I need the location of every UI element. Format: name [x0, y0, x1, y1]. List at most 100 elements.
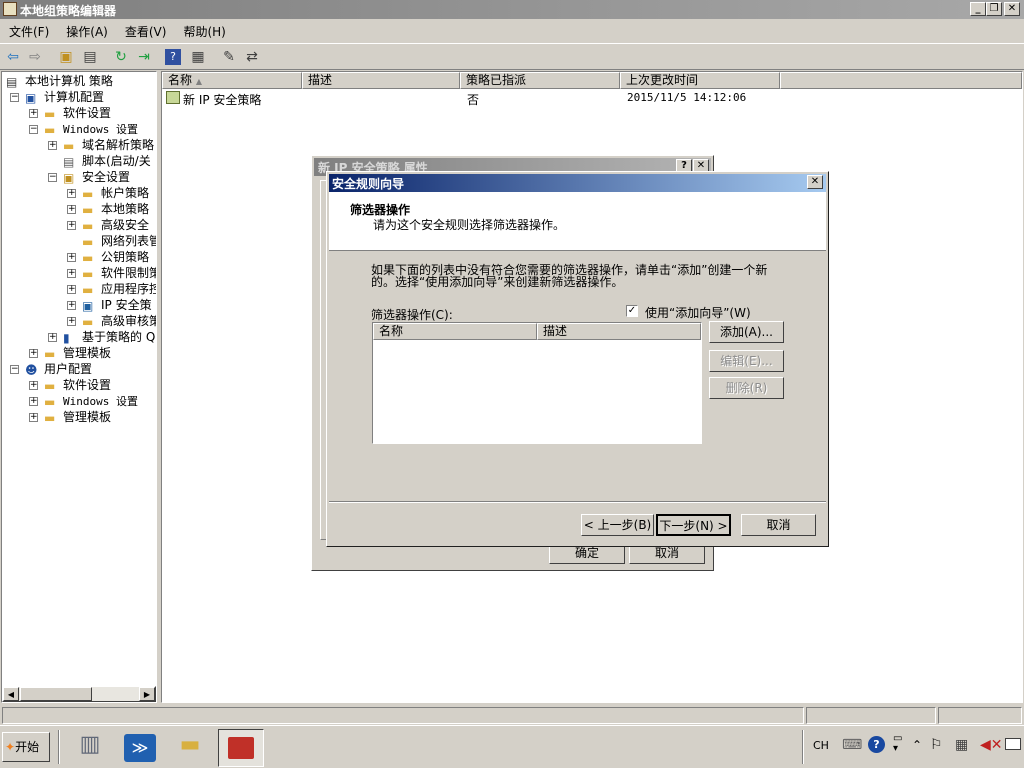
expand-icon[interactable]: +: [67, 221, 76, 230]
tree-node-swrestrict[interactable]: + ▬ 软件限制策: [67, 265, 156, 281]
tree-node-admintpl[interactable]: + ▬ 管理模板: [29, 345, 111, 361]
keyboard-icon[interactable]: ⌨: [842, 737, 862, 753]
tree-node-advaudit[interactable]: + ▬ 高级审核策: [67, 313, 156, 329]
collapse-icon[interactable]: −: [29, 125, 38, 134]
back-button[interactable]: < 上一步(B): [581, 514, 654, 536]
tree-node-local[interactable]: + ▬ 本地策略: [67, 201, 149, 217]
tree-node-netlist[interactable]: ▬ 网络列表管: [82, 233, 156, 249]
back-icon[interactable]: ⇦: [3, 47, 23, 67]
expand-icon[interactable]: +: [67, 253, 76, 262]
close-button[interactable]: ✕: [1004, 2, 1020, 16]
help-icon[interactable]: ?: [165, 49, 181, 65]
server-manager-icon[interactable]: ▥: [72, 732, 108, 764]
scroll-thumb[interactable]: [20, 687, 92, 701]
tree-node-ipsec[interactable]: + ▣ IP 安全策: [67, 297, 152, 313]
scroll-left-icon[interactable]: ◀: [3, 687, 19, 701]
filter-column-name[interactable]: 名称: [373, 323, 537, 340]
powershell-icon[interactable]: ≫: [124, 734, 156, 762]
toolbar: ⇦ ⇨ ▣ ▤ ↻ ⇥ ? ▦ ✎ ⇄: [0, 43, 1024, 70]
edit-button[interactable]: 编辑(E)...: [709, 350, 784, 372]
expand-icon[interactable]: +: [48, 333, 57, 342]
expand-icon[interactable]: +: [48, 141, 57, 150]
notification-icon[interactable]: [1005, 738, 1021, 750]
filter-column-desc[interactable]: 描述: [537, 323, 701, 340]
menu-view[interactable]: 查看(V): [116, 19, 175, 40]
tree-node-advfw[interactable]: + ▬ 高级安全: [67, 217, 149, 233]
column-header-assigned[interactable]: 策略已指派: [460, 72, 620, 89]
wizard-divider: [329, 501, 826, 503]
expand-icon[interactable]: +: [67, 301, 76, 310]
explorer-icon[interactable]: ▬: [172, 732, 208, 764]
properties-icon[interactable]: ▦: [188, 47, 208, 67]
tree-node-u-software[interactable]: + ▬ 软件设置: [29, 377, 111, 393]
checkbox-check-icon[interactable]: ✓: [626, 305, 638, 317]
new-policy-icon[interactable]: ✎: [219, 47, 239, 67]
filter-action-table[interactable]: 名称 描述: [372, 322, 702, 444]
folder-icon: ▬: [82, 218, 94, 233]
start-button[interactable]: ✦开始: [2, 732, 50, 762]
tree-node-pubkey[interactable]: + ▬ 公钥策略: [67, 249, 149, 265]
collapse-icon[interactable]: −: [48, 173, 57, 182]
tree-node-windows[interactable]: − ▬ Windows 设置: [29, 121, 138, 137]
tree-node-software[interactable]: + ▬ 软件设置: [29, 105, 111, 121]
column-header-name[interactable]: 名称 ▲: [162, 72, 302, 89]
volume-muted-icon[interactable]: ◀✕: [980, 737, 1003, 753]
tree-node-account[interactable]: + ▬ 帐户策略: [67, 185, 149, 201]
next-button[interactable]: 下一步(N) >: [656, 514, 731, 536]
expand-icon[interactable]: +: [67, 269, 76, 278]
tree-node-user[interactable]: − ☻ 用户配置: [10, 361, 92, 377]
collapse-icon[interactable]: −: [10, 365, 19, 374]
tree-node-applocker[interactable]: + ▬ 应用程序控: [67, 281, 156, 297]
expand-icon[interactable]: +: [29, 381, 38, 390]
tree-node-root[interactable]: ▤ 本地计算机 策略: [6, 73, 113, 89]
tree-hscrollbar[interactable]: ◀ ▶: [2, 686, 156, 702]
table-row[interactable]: 新 IP 安全策略 否 2015/11/5 14:12:06: [162, 90, 1022, 107]
remove-button[interactable]: 删除(R): [709, 377, 784, 399]
taskbar-gpedit-button[interactable]: [218, 729, 264, 767]
restore-button[interactable]: ❐: [986, 2, 1002, 16]
tree-node-qos[interactable]: + ▮ 基于策略的 Q: [48, 329, 155, 345]
column-header-desc[interactable]: 描述: [302, 72, 460, 89]
export-list-icon[interactable]: ⇥: [134, 47, 154, 67]
show-hide-tree-icon[interactable]: ▤: [80, 47, 100, 67]
folder-icon: ▬: [44, 346, 56, 361]
forward-icon[interactable]: ⇨: [25, 47, 45, 67]
column-header-modified[interactable]: 上次更改时间: [620, 72, 780, 89]
ime-options-icon[interactable]: ▭ ▾: [893, 734, 902, 754]
expand-icon[interactable]: +: [29, 413, 38, 422]
expand-icon[interactable]: +: [29, 349, 38, 358]
show-hidden-icons[interactable]: ⌃: [912, 738, 922, 752]
menu-action[interactable]: 操作(A): [57, 19, 116, 40]
refresh-icon[interactable]: ↻: [111, 47, 131, 67]
expand-icon[interactable]: +: [67, 285, 76, 294]
expand-icon[interactable]: +: [67, 189, 76, 198]
expand-icon[interactable]: +: [29, 397, 38, 406]
expand-icon[interactable]: +: [67, 205, 76, 214]
tree-node-u-admintpl[interactable]: + ▬ 管理模板: [29, 409, 111, 425]
folder-lock-icon: ▬: [82, 202, 94, 217]
tree-node-scripts[interactable]: ▤ 脚本(启动/关: [63, 153, 151, 169]
expand-icon[interactable]: +: [67, 317, 76, 326]
add-button[interactable]: 添加(A)...: [709, 321, 784, 343]
tree-node-computer[interactable]: − ▣ 计算机配置: [10, 89, 104, 105]
flag-icon[interactable]: ⚐: [930, 737, 943, 753]
tree-node-security[interactable]: − ▣ 安全设置: [48, 169, 130, 185]
menu-help[interactable]: 帮助(H): [174, 19, 233, 40]
menu-file[interactable]: 文件(F): [0, 19, 57, 40]
tree-node-dns[interactable]: + ▬ 域名解析策略: [48, 137, 154, 153]
folder-icon: ▬: [82, 314, 94, 329]
wizard-close-button[interactable]: ✕: [807, 175, 823, 189]
network-icon[interactable]: ▦: [955, 737, 968, 753]
collapse-icon[interactable]: −: [10, 93, 19, 102]
up-folder-icon[interactable]: ▣: [56, 47, 76, 67]
assign-icon[interactable]: ⇄: [242, 47, 262, 67]
expand-icon[interactable]: +: [29, 109, 38, 118]
folder-icon: ▬: [44, 378, 56, 393]
scroll-right-icon[interactable]: ▶: [139, 687, 155, 701]
help-icon[interactable]: ?: [868, 736, 885, 753]
minimize-button[interactable]: _: [970, 2, 986, 16]
wizard-cancel-button[interactable]: 取消: [741, 514, 816, 536]
user-icon: ☻: [25, 362, 38, 377]
tree-node-u-windows[interactable]: + ▬ Windows 设置: [29, 393, 138, 409]
language-indicator[interactable]: CH: [813, 739, 829, 752]
